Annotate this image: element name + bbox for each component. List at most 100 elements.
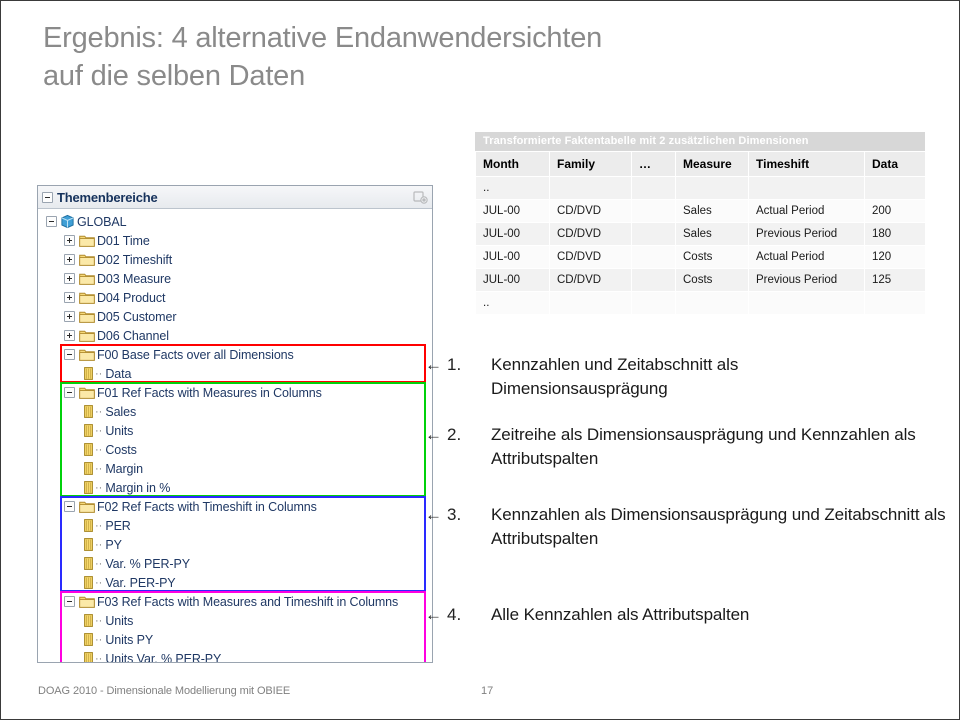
tree-node-f03-ref-facts-with-measures-and-timeshift-in-columns[interactable]: F03 Ref Facts with Measures and Timeshif…	[38, 592, 432, 611]
tree-node-label: Var. PER-PY	[105, 575, 176, 590]
tree-node-d05-customer[interactable]: D05 Customer	[38, 307, 432, 326]
list-item-number: 4.	[447, 605, 462, 624]
tree-node-f01-ref-facts-with-measures-in-columns[interactable]: F01 Ref Facts with Measures in Columns	[38, 383, 432, 402]
leader-dots: ··	[95, 576, 103, 589]
tree-node-d04-product[interactable]: D04 Product	[38, 288, 432, 307]
column-icon	[84, 538, 93, 551]
table-row: JUL-00 CD/DVD Costs Previous Period 125	[475, 268, 926, 292]
cell-measure: Costs	[675, 268, 749, 292]
tree-node-sales[interactable]: ·· Sales	[38, 402, 432, 421]
column-icon	[84, 462, 93, 475]
tree-node-label: F00 Base Facts over all Dimensions	[97, 347, 294, 362]
cell-timeshift: Previous Period	[748, 222, 865, 246]
tree-node-units[interactable]: ·· Units	[38, 421, 432, 440]
cell-timeshift	[748, 291, 865, 315]
subject-areas-title: Themenbereiche	[57, 189, 158, 205]
cell-ellipsis	[631, 199, 676, 223]
list-item-label: Zeitreihe als Dimensionsausprägung und K…	[491, 425, 916, 468]
collapse-panel-toggle[interactable]	[42, 191, 53, 203]
subject-areas-panel[interactable]: Themenbereiche GLOBAL D01 Time D02 Timeshi…	[37, 185, 433, 663]
folder-icon	[79, 329, 95, 342]
list-item-label: Kennzahlen als Dimensionsausprägung und …	[491, 505, 946, 548]
tree-node-f02-ref-facts-with-timeshift-in-columns[interactable]: F02 Ref Facts with Timeshift in Columns	[38, 497, 432, 516]
subject-areas-header[interactable]: Themenbereiche	[38, 186, 432, 209]
cell-measure: Sales	[675, 199, 749, 223]
expander-toggle[interactable]	[64, 311, 75, 322]
tree-node-label: D01 Time	[97, 233, 150, 248]
expander-toggle[interactable]	[64, 330, 75, 341]
expander-toggle[interactable]	[64, 349, 75, 360]
tree-node-label: D04 Product	[97, 290, 166, 305]
cell-data: 180	[864, 222, 926, 246]
add-subject-area-icon[interactable]	[412, 189, 428, 205]
column-header-data: Data	[864, 151, 926, 177]
folder-icon	[79, 310, 95, 323]
tree-node-units[interactable]: ·· Units	[38, 611, 432, 630]
tree-node-label: Sales	[105, 404, 137, 419]
tree-node-units-py[interactable]: ·· Units PY	[38, 630, 432, 649]
tree-node-margin-in[interactable]: ·· Margin in %	[38, 478, 432, 497]
table-row: JUL-00 CD/DVD Sales Actual Period 200	[475, 199, 926, 223]
tree-node-d01-time[interactable]: D01 Time	[38, 231, 432, 250]
tree-node-per[interactable]: ·· PER	[38, 516, 432, 535]
cube-icon	[60, 214, 75, 229]
leader-dots: ··	[95, 538, 103, 551]
tree-node-costs[interactable]: ·· Costs	[38, 440, 432, 459]
column-icon	[84, 576, 93, 589]
cell-month: ..	[475, 176, 550, 200]
tree-node-f00-base-facts-over-all-dimensions[interactable]: F00 Base Facts over all Dimensions	[38, 345, 432, 364]
cell-timeshift: Actual Period	[748, 245, 865, 269]
expander-toggle[interactable]	[64, 292, 75, 303]
column-icon	[84, 481, 93, 494]
cell-data: 125	[864, 268, 926, 292]
list-item-label: Kennzahlen und Zeitabschnitt als Dimensi…	[491, 355, 739, 398]
expander-toggle[interactable]	[64, 501, 75, 512]
tree-node-var-per-py[interactable]: ·· Var. % PER-PY	[38, 554, 432, 573]
tree-node-label: Margin	[105, 461, 143, 476]
tree-node-label: GLOBAL	[77, 214, 127, 229]
expander-toggle[interactable]	[64, 235, 75, 246]
tree-node-py[interactable]: ·· PY	[38, 535, 432, 554]
column-icon	[84, 614, 93, 627]
expander-toggle[interactable]	[64, 387, 75, 398]
subject-areas-tree[interactable]: GLOBAL D01 Time D02 Timeshift D03 Measure D0…	[38, 209, 432, 662]
column-icon	[84, 367, 93, 380]
tree-node-data[interactable]: ·· Data	[38, 364, 432, 383]
tree-node-var-per-py[interactable]: ·· Var. PER-PY	[38, 573, 432, 592]
leader-dots: ··	[95, 633, 103, 646]
tree-node-units-var-per-py[interactable]: ·· Units Var. % PER-PY	[38, 649, 432, 662]
tree-node-d06-channel[interactable]: D06 Channel	[38, 326, 432, 345]
cell-measure	[675, 176, 749, 200]
folder-icon	[79, 500, 95, 513]
cell-measure: Sales	[675, 222, 749, 246]
tree-node-margin[interactable]: ·· Margin	[38, 459, 432, 478]
cell-family: CD/DVD	[549, 199, 632, 223]
tree-node-label: F01 Ref Facts with Measures in Columns	[97, 385, 322, 400]
cell-family	[549, 291, 632, 315]
cell-data	[864, 176, 926, 200]
tree-node-global[interactable]: GLOBAL	[38, 212, 432, 231]
expander-toggle[interactable]	[46, 216, 57, 227]
tree-node-label: D06 Channel	[97, 328, 169, 343]
cell-measure	[675, 291, 749, 315]
fact-table-caption: Transformierte Faktentabelle mit 2 zusät…	[475, 132, 925, 151]
cell-month: ..	[475, 291, 550, 315]
leader-dots: ··	[95, 405, 103, 418]
cell-data: 200	[864, 199, 926, 223]
tree-node-label: D05 Customer	[97, 309, 177, 324]
title-line-1: Ergebnis: 4 alternative Endanwendersicht…	[43, 22, 603, 54]
list-item-label: Alle Kennzahlen als Attributspalten	[491, 605, 750, 624]
column-icon	[84, 443, 93, 456]
cell-ellipsis	[631, 245, 676, 269]
tree-node-label: PER	[105, 518, 131, 533]
cell-ellipsis	[631, 268, 676, 292]
tree-node-d02-timeshift[interactable]: D02 Timeshift	[38, 250, 432, 269]
list-item-number: 3.	[447, 505, 462, 524]
cell-month: JUL-00	[475, 222, 550, 246]
tree-node-d03-measure[interactable]: D03 Measure	[38, 269, 432, 288]
expander-toggle[interactable]	[64, 596, 75, 607]
expander-toggle[interactable]	[64, 254, 75, 265]
expander-toggle[interactable]	[64, 273, 75, 284]
cell-timeshift	[748, 176, 865, 200]
cell-family: CD/DVD	[549, 245, 632, 269]
